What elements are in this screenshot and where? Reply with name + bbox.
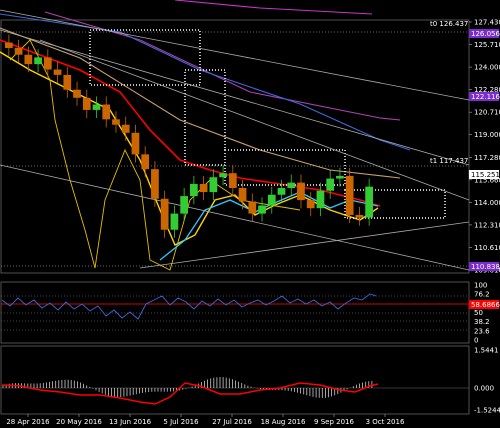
candle-body bbox=[151, 169, 159, 199]
candle-body bbox=[102, 104, 111, 120]
candle-body bbox=[297, 182, 305, 201]
time-axis-label: 3 Oct 2016 bbox=[366, 418, 405, 426]
candle-body bbox=[5, 42, 13, 48]
time-axis-label: 28 Apr 2016 bbox=[6, 418, 50, 426]
time-axis-label: 9 Sep 2016 bbox=[314, 418, 354, 426]
price-tag-low: 110.838 bbox=[469, 262, 500, 271]
candle-body bbox=[53, 69, 62, 75]
t0-label: t0 126.437 bbox=[430, 20, 468, 28]
price-axis-label: 117.280 bbox=[474, 154, 500, 162]
time-axis-label: 13 Jun 2016 bbox=[109, 418, 152, 426]
candle-body bbox=[73, 89, 81, 98]
ichimoku-cloud bbox=[89, 29, 446, 219]
time-axis-label: 5 Jul 2016 bbox=[163, 418, 199, 426]
candle-body bbox=[141, 154, 150, 170]
candle-body bbox=[336, 175, 344, 179]
rsi-axis-label: 76.2 bbox=[474, 291, 490, 299]
price-chart[interactable]: 127.430125.710124.000122.280120.710119.0… bbox=[0, 0, 500, 428]
candle-body bbox=[355, 214, 364, 218]
candle-body bbox=[34, 57, 42, 65]
candle-body bbox=[131, 132, 140, 155]
candle-body bbox=[82, 97, 91, 110]
macd-axis-label: 1.5441 bbox=[474, 347, 499, 355]
price-axis-label: 110.610 bbox=[474, 244, 500, 252]
macd-pane-frame bbox=[0, 345, 470, 415]
price-tag-top: 126.056 bbox=[469, 29, 500, 38]
price-axis-label: 114.000 bbox=[474, 199, 500, 207]
candle-body bbox=[365, 186, 373, 218]
candle-body bbox=[43, 57, 52, 70]
rsi-axis-label: 50 bbox=[474, 309, 483, 317]
price-axis-label: 125.710 bbox=[474, 41, 500, 49]
candle-body bbox=[238, 188, 247, 202]
svg-text:126.056: 126.056 bbox=[471, 30, 500, 38]
price-axis-label: 112.310 bbox=[474, 221, 500, 229]
price-axis-label: 124.000 bbox=[474, 64, 500, 72]
candle-body bbox=[92, 104, 101, 110]
svg-text:122.116: 122.116 bbox=[471, 93, 500, 101]
candle-body bbox=[219, 173, 227, 178]
svg-text:115.251: 115.251 bbox=[471, 171, 500, 179]
candle-body bbox=[287, 182, 296, 189]
candle-body bbox=[24, 54, 33, 65]
t1-label: t1 117.437 bbox=[430, 157, 468, 165]
time-axis-label: 27 Jul 2016 bbox=[212, 418, 252, 426]
rsi-axis-label: 23.6 bbox=[474, 327, 490, 335]
rsi-pane-frame bbox=[0, 281, 470, 344]
time-axis-label: 18 Aug 2016 bbox=[261, 418, 306, 426]
svg-text:110.838: 110.838 bbox=[471, 263, 500, 271]
candle-body bbox=[112, 119, 120, 125]
candle-body bbox=[180, 196, 188, 214]
macd-axis-label: -1.5244 bbox=[474, 407, 500, 415]
rsi-axis-label: 100 bbox=[474, 282, 487, 290]
rsi-line bbox=[1, 293, 377, 320]
ma-magenta-line bbox=[174, 0, 373, 15]
price-axis: 127.430125.710124.000122.280120.710119.0… bbox=[469, 19, 500, 275]
ma-yellow-line bbox=[0, 51, 379, 246]
price-axis-label: 127.430 bbox=[474, 19, 500, 27]
candle-body bbox=[267, 194, 276, 206]
candle-body bbox=[248, 201, 257, 214]
rsi-tag-current: 58.6866 bbox=[469, 300, 500, 309]
time-axis: 28 Apr 2016 20 May 2016 13 Jun 2016 5 Jul 2… bbox=[6, 414, 405, 426]
ma-tan-line bbox=[0, 27, 401, 179]
rsi-axis-label: 0 bbox=[474, 337, 478, 345]
candle-body bbox=[209, 177, 218, 193]
price-tag-current: 115.251 bbox=[469, 170, 500, 179]
candle-body bbox=[121, 124, 130, 133]
svg-text:58.6866: 58.6866 bbox=[471, 301, 500, 309]
rsi-axis: 10076.261.85038.223.60 bbox=[474, 282, 490, 345]
candle-body bbox=[258, 205, 266, 214]
candle-body bbox=[345, 175, 354, 215]
candle-body bbox=[199, 183, 208, 193]
macd-histogram bbox=[2, 377, 373, 398]
candle-body bbox=[228, 173, 237, 189]
candle-body bbox=[316, 190, 325, 209]
candle-body bbox=[326, 178, 335, 191]
macd-axis-label: 0.000 bbox=[474, 385, 494, 393]
price-tag-mid: 122.116 bbox=[469, 92, 500, 101]
rsi-axis-label: 38.2 bbox=[474, 318, 490, 326]
candle-body bbox=[160, 198, 169, 230]
price-axis-label: 119.000 bbox=[474, 131, 500, 139]
macd-axis: 1.5441 0.000 -1.5244 bbox=[474, 347, 500, 415]
time-axis-label: 20 May 2016 bbox=[56, 418, 102, 426]
moving-averages bbox=[0, 0, 411, 271]
candle-body bbox=[277, 188, 286, 195]
candle-body bbox=[63, 74, 72, 90]
price-axis-label: 120.710 bbox=[474, 109, 500, 117]
candle-body bbox=[14, 47, 23, 55]
candle-body bbox=[190, 183, 198, 197]
candle-body bbox=[170, 213, 179, 230]
candle-body bbox=[306, 200, 315, 209]
